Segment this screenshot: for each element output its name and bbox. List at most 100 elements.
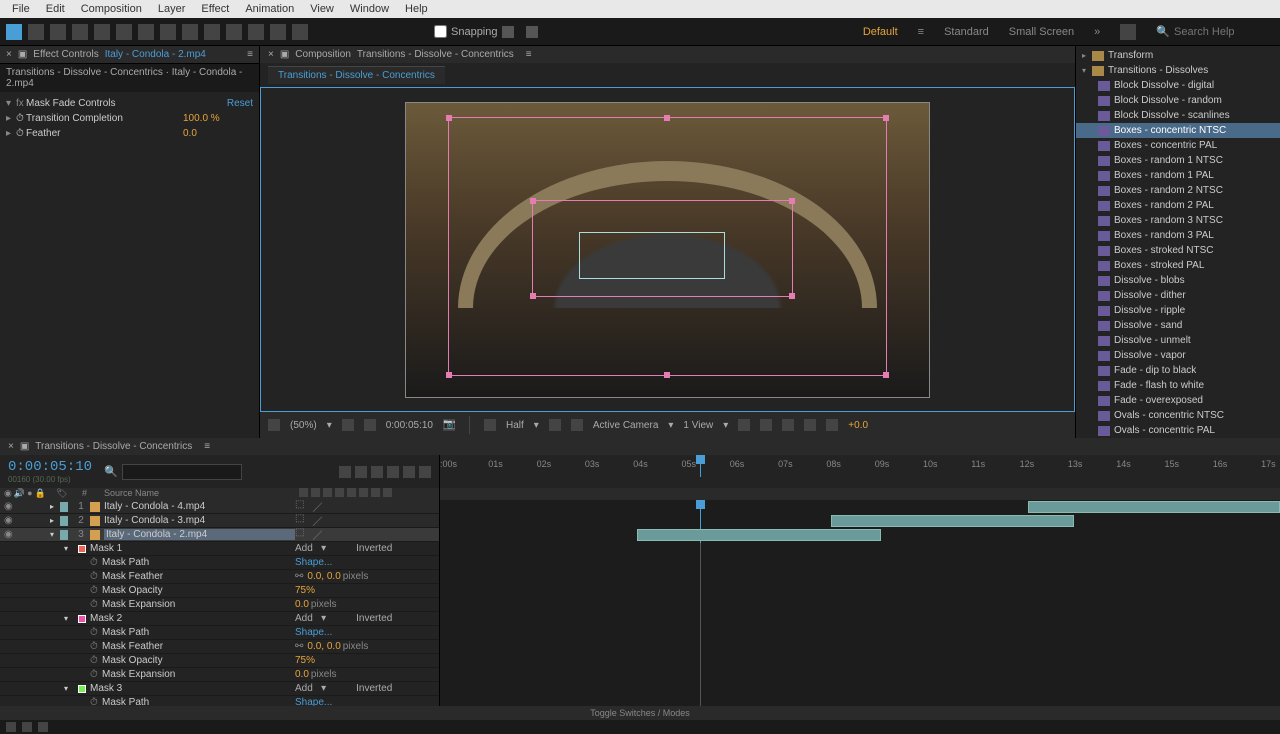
mask-name[interactable]: Mask 2 [90,613,295,624]
prop-feather-value[interactable]: 0.0 [183,128,253,139]
layer-name[interactable]: Italy - Condola - 3.mp4 [104,515,295,526]
project-item[interactable]: Boxes - random 3 NTSC [1076,213,1280,228]
layer-name[interactable]: Italy - Condola - 2.mp4 [104,529,295,540]
keyframe-marker[interactable] [700,627,701,641]
stopwatch-icon[interactable]: ⏱ [16,113,26,124]
magnification-icon[interactable] [268,419,280,431]
effect-name[interactable]: Mask Fade Controls [26,98,227,109]
project-item[interactable]: Dissolve - blobs [1076,273,1280,288]
menu-layer[interactable]: Layer [150,3,194,15]
timeline-timecode[interactable]: 0:00:05:10 [8,459,92,475]
fx-switch-icon[interactable]: ／ [312,500,322,514]
mask-prop-value[interactable]: Shape... [295,557,435,568]
project-item[interactable]: Dissolve - unmelt [1076,333,1280,348]
project-item[interactable]: Block Dissolve - digital [1076,78,1280,93]
fast-preview-icon[interactable] [760,419,772,431]
fx-switch-icon[interactable]: ／ [312,513,322,528]
frame-blend-icon[interactable] [387,466,399,478]
mask-row[interactable]: ▾ Mask 3 Add ▾Inverted [0,682,439,696]
project-item[interactable]: Dissolve - ripple [1076,303,1280,318]
mask-prop-value[interactable]: 0.0pixels [295,669,435,680]
keyframe-marker[interactable] [700,669,701,683]
shape-tool-icon[interactable] [138,24,154,40]
keyframe-marker[interactable] [700,571,701,585]
project-item[interactable]: Dissolve - sand [1076,318,1280,333]
snapping-checkbox[interactable] [434,25,447,38]
transparency-icon[interactable] [571,419,583,431]
mask-inverted-label[interactable]: Inverted [356,543,392,554]
mask-prop-value[interactable]: Shape... [295,697,435,706]
project-item[interactable]: Dissolve - dither [1076,288,1280,303]
layer-row[interactable]: ◉ ▸ 1 Italy - Condola - 4.mp4 ⬚／ [0,500,439,514]
stopwatch-icon[interactable]: ⏱ [90,599,102,610]
eraser-tool-icon[interactable] [248,24,264,40]
mask-prop-value[interactable]: 0.0pixels [295,599,435,610]
menu-help[interactable]: Help [397,3,436,15]
panel-icon[interactable] [1120,24,1136,40]
panel-close-icon[interactable]: × [8,441,14,452]
prop-arrow-icon[interactable]: ▸ [6,113,16,124]
stopwatch-icon[interactable]: ⏱ [90,697,102,706]
zoom-level[interactable]: (50%) [290,420,317,431]
timeline-ruler[interactable]: :00s01s02s03s04s05s06s07s08s09s10s11s12s… [440,455,1280,477]
project-item[interactable]: Boxes - random 1 NTSC [1076,153,1280,168]
resolution-dropdown[interactable]: Half [506,420,524,431]
mask-prop-value[interactable]: 75% [295,585,435,596]
workspace-standard[interactable]: Standard [944,26,989,38]
hand-tool-icon[interactable] [28,24,44,40]
timeline-search[interactable]: 🔍 [104,464,242,480]
exposure-value[interactable]: +0.0 [848,420,868,431]
snap-grid-icon[interactable] [526,26,538,38]
viewer-timecode[interactable]: 0:00:05:10 [386,420,433,431]
project-item[interactable]: Boxes - concentric PAL [1076,138,1280,153]
workspace-default[interactable]: Default [863,26,898,38]
motion-blur-icon[interactable] [403,466,415,478]
layer-row[interactable]: ◉ ▾ 3 Italy - Condola - 2.mp4 ⬚／ [0,528,439,542]
mask-color-swatch[interactable] [78,545,86,553]
orbit-tool-icon[interactable] [72,24,88,40]
project-item[interactable]: Boxes - random 2 NTSC [1076,183,1280,198]
keyframe-marker[interactable] [700,641,701,655]
toggle-switches-modes[interactable]: Toggle Switches / Modes [590,708,690,718]
panel-lock-icon[interactable]: ▣ [20,441,29,452]
stopwatch-icon[interactable]: ⏱ [90,627,102,638]
project-item[interactable]: Fade - flash to white [1076,378,1280,393]
comp-tab[interactable]: Transitions - Dissolve - Concentrics [268,66,445,84]
mask-3-outline[interactable] [579,232,725,279]
panel-menu-icon[interactable]: ≡ [204,441,210,452]
layer-1-bar[interactable] [1028,501,1280,513]
search-help-input[interactable] [1174,26,1274,38]
project-item[interactable]: Boxes - random 3 PAL [1076,228,1280,243]
mask-color-swatch[interactable] [78,615,86,623]
link-icon[interactable]: ⚯ [295,641,303,652]
cam-dropdown-icon[interactable]: ▾ [668,420,673,431]
grid-icon[interactable] [342,419,354,431]
project-item[interactable]: Boxes - stroked PAL [1076,258,1280,273]
mask-mode-dropdown[interactable]: Add ▾ [295,683,326,694]
stopwatch-icon[interactable]: ⏱ [90,571,102,582]
menu-animation[interactable]: Animation [237,3,302,15]
reset-exposure-icon[interactable] [826,419,838,431]
panel-lock-icon[interactable]: ▣ [18,49,27,60]
twirl-arrow-icon[interactable]: ▸ [50,502,60,511]
composition-viewer[interactable] [260,87,1075,412]
timeline-icon[interactable] [782,419,794,431]
panel-close-icon[interactable]: × [6,49,12,60]
rotate-tool-icon[interactable] [94,24,110,40]
brush-tool-icon[interactable] [204,24,220,40]
panel-menu-icon[interactable]: ≡ [526,49,532,60]
stopwatch-icon[interactable]: ⏱ [90,655,102,666]
snap-options-icon[interactable] [502,26,514,38]
project-item[interactable]: Ovals - concentric NTSC [1076,408,1280,423]
stopwatch-icon[interactable]: ⏱ [90,669,102,680]
mask-prop-value[interactable]: 75% [295,655,435,666]
menu-file[interactable]: File [4,3,38,15]
stopwatch-icon[interactable]: ⏱ [90,641,102,652]
roi-icon[interactable] [549,419,561,431]
layer-3-bar[interactable] [637,529,881,541]
selection-tool-icon[interactable] [6,24,22,40]
res-dropdown-icon[interactable]: ▾ [534,420,539,431]
layer-label-color[interactable] [60,516,68,526]
camera-dropdown[interactable]: Active Camera [593,420,659,431]
mask-prop-value[interactable]: ⚯0.0, 0.0pixels [295,571,435,582]
